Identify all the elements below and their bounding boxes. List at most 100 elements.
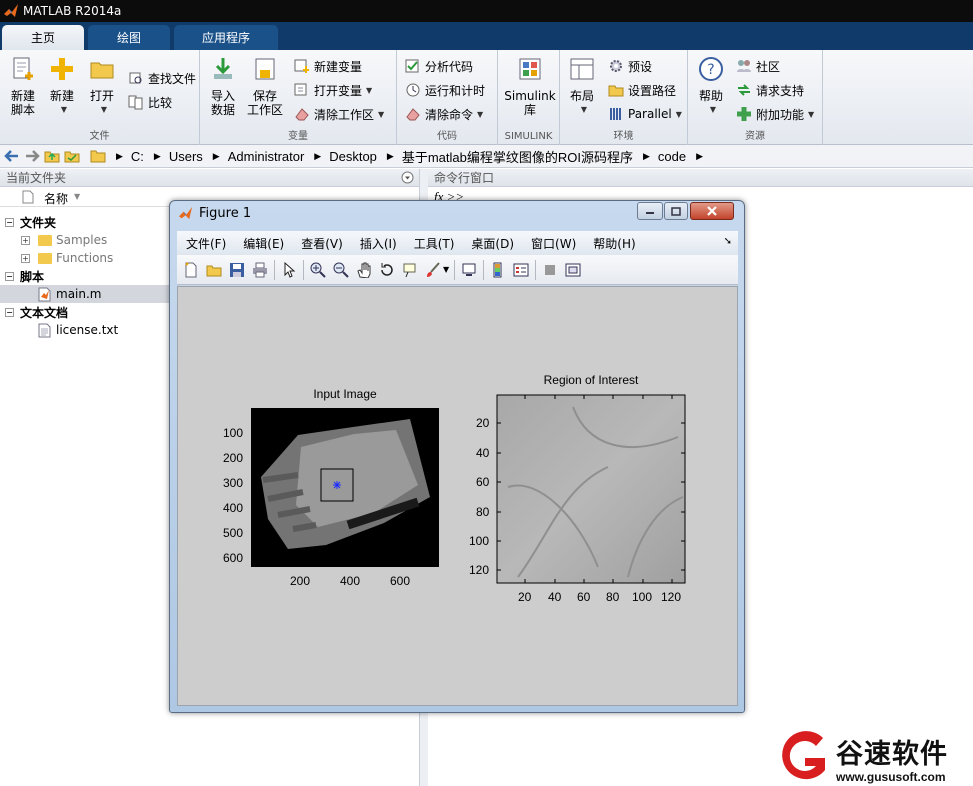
save-icon[interactable]: [228, 261, 246, 279]
watermark-text: 谷速软件: [836, 739, 948, 770]
browse-folder-icon[interactable]: [64, 148, 80, 164]
save-workspace-button[interactable]: 保存 工作区: [246, 56, 284, 117]
print-icon[interactable]: [251, 261, 269, 279]
roi-center-marker: [333, 481, 341, 489]
tab-home[interactable]: 主页: [2, 25, 84, 50]
colorbar-icon[interactable]: [489, 261, 507, 279]
collapse-icon[interactable]: −: [5, 307, 14, 317]
parallel-button[interactable]: Parallel ▼: [608, 104, 682, 124]
tab-apps[interactable]: 应用程序: [174, 25, 278, 50]
toolbar-separator: [274, 259, 275, 280]
menu-dock-arrow-icon[interactable]: ➘: [724, 236, 732, 247]
expand-icon[interactable]: +: [21, 235, 30, 245]
show-plot-tools-icon[interactable]: [564, 261, 582, 279]
pan-hand-icon[interactable]: [355, 261, 373, 279]
add-ons-button[interactable]: 附加功能 ▼: [736, 104, 814, 124]
layout-button[interactable]: 布局 ▼: [566, 56, 598, 117]
zoom-out-icon[interactable]: [332, 261, 350, 279]
legend-icon[interactable]: [512, 261, 530, 279]
request-support-icon: [738, 84, 750, 96]
roi-image: [496, 394, 686, 584]
script-file-icon: [38, 287, 51, 301]
menu-window[interactable]: 窗口(W): [531, 235, 576, 252]
parallel-label: Parallel: [628, 107, 672, 121]
close-button[interactable]: [690, 202, 734, 220]
clear-workspace-button[interactable]: 清除工作区 ▼: [294, 104, 384, 124]
new-variable-button[interactable]: 新建变量: [294, 56, 362, 76]
minimize-icon: [646, 212, 654, 214]
run-and-time-button[interactable]: 运行和计时: [405, 80, 485, 100]
figure-title-bar: Figure 1: [178, 206, 251, 221]
compare-button[interactable]: 比较: [128, 92, 172, 112]
sort-desc-icon: ▼: [74, 192, 81, 201]
back-arrow-icon[interactable]: [4, 148, 20, 164]
save-label-1: 保存: [252, 89, 277, 103]
menu-help[interactable]: 帮助(H): [593, 235, 635, 252]
compare-label: 比较: [148, 95, 173, 110]
tree-item-label: Samples: [56, 233, 108, 247]
breadcrumb-item[interactable]: 基于matlab编程掌纹图像的ROI源码程序: [402, 147, 633, 166]
open-variable-button[interactable]: 打开变量 ▼: [294, 80, 372, 100]
figure-toolbar: ▼: [177, 255, 738, 285]
chevron-down-icon: ▼: [378, 109, 385, 119]
brush-dropdown-icon[interactable]: ▼: [443, 265, 449, 274]
column-name-header[interactable]: 名称: [44, 190, 68, 207]
up-folder-icon[interactable]: [44, 148, 60, 164]
y-tick-label: 60: [476, 475, 490, 489]
breadcrumb-item[interactable]: Administrator: [228, 149, 305, 164]
link-plot-icon[interactable]: [460, 261, 478, 279]
simulink-library-button[interactable]: Simulink 库: [504, 56, 556, 117]
find-files-button[interactable]: 查找文件: [128, 68, 196, 88]
data-cursor-icon[interactable]: [401, 261, 419, 279]
preferences-button[interactable]: 预设: [608, 56, 652, 76]
help-button[interactable]: ? 帮助 ▼: [696, 56, 726, 117]
new-script-button[interactable]: 新建 脚本: [6, 56, 40, 117]
help-icon: ?: [699, 57, 723, 81]
forward-arrow-icon[interactable]: [24, 148, 40, 164]
menu-tools[interactable]: 工具(T): [414, 235, 455, 252]
folder-icon: [90, 150, 106, 163]
chevron-down-icon: ▼: [709, 105, 717, 114]
gear-icon: [610, 60, 622, 72]
app-title: MATLAB R2014a: [23, 4, 122, 18]
zoom-in-icon[interactable]: [309, 261, 327, 279]
new-script-label-1: 新建: [10, 89, 35, 103]
menu-edit[interactable]: 编辑(E): [243, 235, 284, 252]
maximize-button[interactable]: [664, 202, 688, 220]
open-file-icon[interactable]: [205, 261, 223, 279]
figure-canvas[interactable]: Input Image 100 200 300 400 500 600 200 …: [177, 286, 738, 706]
new-figure-icon[interactable]: [182, 261, 200, 279]
collapse-icon[interactable]: −: [5, 271, 14, 281]
menu-insert[interactable]: 插入(I): [360, 235, 397, 252]
community-button[interactable]: 社区: [736, 56, 780, 76]
new-button[interactable]: 新建 ▼: [46, 56, 78, 117]
breadcrumb-item[interactable]: code: [658, 149, 686, 164]
clear-commands-button[interactable]: 清除命令 ▼: [405, 104, 483, 124]
figure-window[interactable]: Figure 1 文件(F) 编辑(E) 查看(V) 插入(I) 工具(T) 桌…: [169, 200, 745, 713]
request-support-button[interactable]: 请求支持: [736, 80, 804, 100]
set-path-button[interactable]: 设置路径: [608, 80, 676, 100]
menu-file[interactable]: 文件(F): [186, 235, 226, 252]
edit-plot-pointer-icon[interactable]: [280, 261, 298, 279]
collapse-icon[interactable]: −: [5, 217, 14, 227]
matlab-logo-icon: [178, 206, 193, 220]
chevron-down-icon: ▼: [60, 105, 68, 114]
import-data-button[interactable]: 导入 数据: [208, 56, 238, 117]
expand-icon[interactable]: +: [21, 253, 30, 263]
breadcrumb-item[interactable]: Users: [169, 149, 203, 164]
tab-plots[interactable]: 绘图: [88, 25, 170, 50]
menu-view[interactable]: 查看(V): [301, 235, 343, 252]
ribbon: 新建 脚本 新建 ▼ 打开 ▼ 查找文件 比较 文件 导入 数据 保存 工作区 …: [0, 50, 973, 145]
open-button[interactable]: 打开 ▼: [86, 56, 118, 117]
rotate-3d-icon[interactable]: [378, 261, 396, 279]
hide-plot-tools-icon[interactable]: [541, 261, 559, 279]
brush-icon[interactable]: [424, 261, 442, 279]
breadcrumb-item[interactable]: Desktop: [329, 149, 377, 164]
new-variable-label: 新建变量: [314, 59, 363, 74]
panel-options-icon[interactable]: [401, 171, 414, 184]
analyze-code-button[interactable]: 分析代码: [405, 56, 473, 76]
menu-desktop[interactable]: 桌面(D): [471, 235, 514, 252]
group-code: 分析代码 运行和计时 清除命令 ▼ 代码: [397, 50, 498, 145]
breadcrumb-item[interactable]: C:: [131, 149, 144, 164]
minimize-button[interactable]: [637, 202, 663, 220]
